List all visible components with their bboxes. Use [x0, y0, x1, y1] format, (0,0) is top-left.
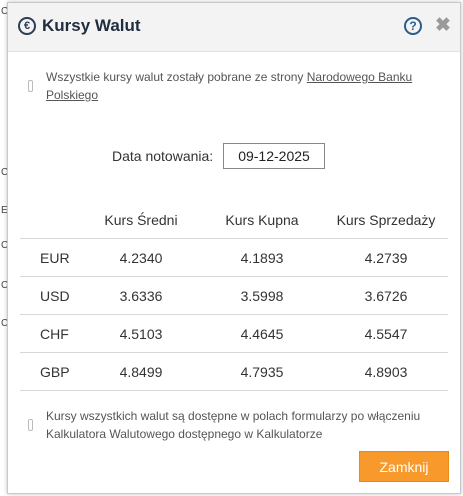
- table-row: GBP 4.8499 4.7935 4.8903: [20, 352, 448, 391]
- sell-rate: 4.2739: [324, 238, 448, 277]
- dialog-title: Kursy Walut: [42, 16, 141, 35]
- info-icon: [28, 80, 33, 92]
- mid-rate: 4.2340: [82, 238, 200, 277]
- help-icon[interactable]: ?: [404, 17, 422, 35]
- info-source-text: Wszystkie kursy walut zostały pobrane ze…: [46, 68, 446, 104]
- date-label: Data notowania:: [112, 148, 214, 164]
- sell-rate: 4.8903: [324, 352, 448, 391]
- dialog-header: € Kursy Walut ? ✖: [8, 3, 460, 52]
- column-header: [20, 201, 82, 239]
- column-header: Kurs Sprzedaży: [324, 201, 448, 239]
- sell-rate: 4.5547: [324, 314, 448, 353]
- buy-rate: 4.1893: [200, 238, 324, 277]
- mid-rate: 4.5103: [82, 314, 200, 353]
- mid-rate: 3.6336: [82, 276, 200, 315]
- buy-rate: 3.5998: [200, 276, 324, 315]
- rates-table: Kurs Średni Kurs Kupna Kurs Sprzedaży EU…: [20, 201, 448, 391]
- buy-rate: 4.7935: [200, 352, 324, 391]
- currency-code: CHF: [20, 314, 82, 353]
- column-header: Kurs Kupna: [200, 201, 324, 239]
- table-row: EUR 4.2340 4.1893 4.2739: [20, 238, 448, 277]
- currency-rates-dialog: € Kursy Walut ? ✖ Wszystkie kursy walut …: [7, 2, 461, 494]
- sell-rate: 3.6726: [324, 276, 448, 315]
- close-button[interactable]: Zamknij: [359, 451, 449, 482]
- info-calculator-text: Kursy wszystkich walut są dostępne w pol…: [46, 409, 421, 441]
- currency-code: GBP: [20, 352, 82, 391]
- column-header: Kurs Średni: [82, 201, 200, 239]
- close-icon[interactable]: ✖: [435, 16, 451, 36]
- table-row: USD 3.6336 3.5998 3.6726: [20, 276, 448, 315]
- table-header-row: Kurs Średni Kurs Kupna Kurs Sprzedaży: [20, 201, 448, 239]
- info-icon: [28, 419, 33, 431]
- info-source-prefix: Wszystkie kursy walut zostały pobrane ze…: [46, 70, 307, 84]
- mid-rate: 4.8499: [82, 352, 200, 391]
- euro-icon: €: [18, 17, 36, 35]
- currency-code: EUR: [20, 238, 82, 277]
- date-field[interactable]: 09-12-2025: [223, 143, 325, 169]
- table-row: CHF 4.5103 4.4645 4.5547: [20, 314, 448, 353]
- currency-code: USD: [20, 276, 82, 315]
- buy-rate: 4.4645: [200, 314, 324, 353]
